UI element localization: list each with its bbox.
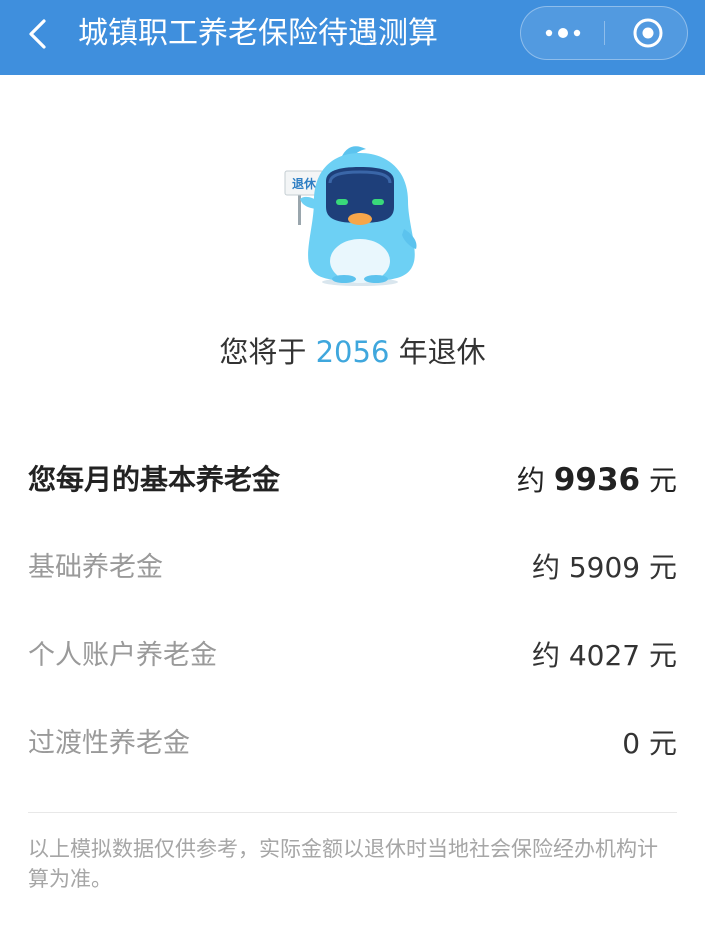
chevron-left-icon bbox=[29, 19, 46, 49]
monthly-pension-row: 您每月的基本养老金 约 9936 元 bbox=[28, 455, 677, 505]
sign-text: 退休 bbox=[292, 176, 317, 191]
disclaimer-text: 以上模拟数据仅供参考，实际金额以退休时当地社会保险经办机构计算为准。 bbox=[28, 837, 658, 891]
basic-pension-label: 基础养老金 bbox=[28, 552, 163, 583]
more-dots-icon bbox=[545, 28, 581, 38]
page-title: 城镇职工养老保险待遇测算 bbox=[78, 16, 438, 51]
personal-account-pension-value: 约 4027 元 bbox=[531, 639, 677, 672]
retirement-prefix: 您将于 bbox=[219, 335, 316, 369]
monthly-pension-amount: 9936 bbox=[553, 462, 641, 498]
target-circle-icon bbox=[633, 18, 663, 48]
retirement-year: 2056 bbox=[315, 335, 390, 369]
monthly-pension-value: 约 9936 元 bbox=[517, 455, 677, 506]
personal-account-pension-label: 个人账户养老金 bbox=[28, 640, 217, 671]
top-navigation-bar: 城镇职工养老保险待遇测算 bbox=[0, 0, 705, 75]
back-button[interactable] bbox=[18, 12, 62, 56]
personal-account-pension-row: 个人账户养老金 约 4027 元 bbox=[28, 631, 677, 681]
more-button[interactable] bbox=[521, 7, 604, 58]
monthly-pension-label: 您每月的基本养老金 bbox=[28, 463, 281, 496]
transitional-pension-value: 0 元 bbox=[622, 727, 677, 760]
retirement-suffix: 年退休 bbox=[389, 335, 486, 369]
basic-pension-value: 约 5909 元 bbox=[531, 551, 677, 584]
transitional-pension-row: 过渡性养老金 0 元 bbox=[28, 719, 677, 769]
currency-unit: 元 bbox=[640, 464, 677, 497]
transitional-pension-label: 过渡性养老金 bbox=[28, 728, 190, 759]
divider-line bbox=[28, 812, 677, 813]
retirement-mascot-illustration: 退休 bbox=[280, 143, 425, 288]
close-mini-program-button[interactable] bbox=[605, 7, 687, 58]
retirement-year-text: 您将于 2056 年退休 bbox=[0, 330, 705, 374]
approx-prefix: 约 bbox=[516, 464, 554, 497]
mini-program-capsule bbox=[520, 6, 688, 60]
basic-pension-row: 基础养老金 约 5909 元 bbox=[28, 543, 677, 593]
